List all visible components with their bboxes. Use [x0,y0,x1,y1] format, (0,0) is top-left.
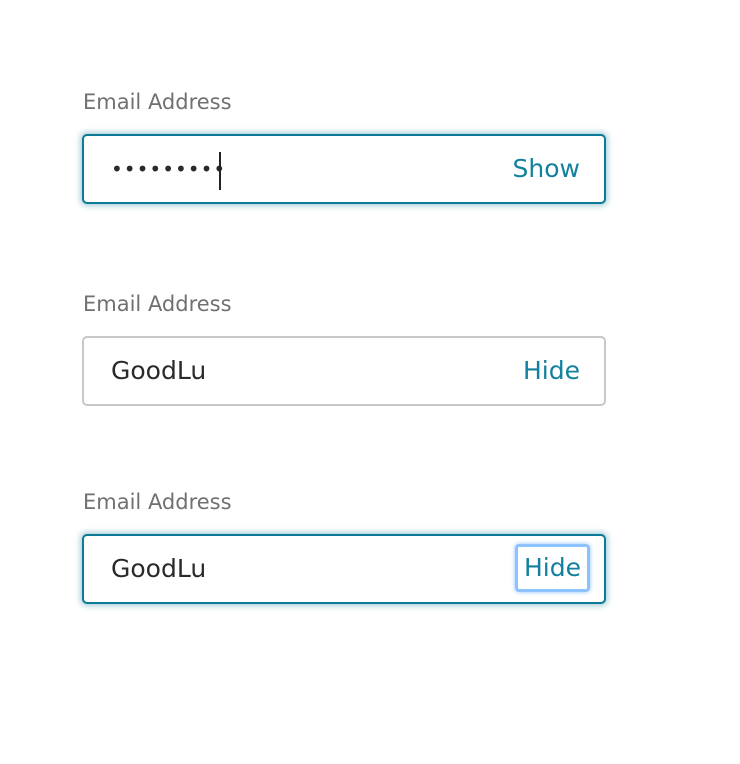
masked-value: ••••••••• [111,157,227,181]
hide-password-button-focused[interactable]: Hide [515,544,590,592]
password-input-visible-focused[interactable]: GoodLu Hide [82,534,606,604]
show-password-button[interactable]: Show [513,136,580,202]
email-label: Email Address [83,90,232,114]
password-input-visible[interactable]: GoodLu Hide [82,336,606,406]
email-label: Email Address [83,292,232,316]
input-value: GoodLu [111,356,207,385]
hide-password-button[interactable]: Hide [523,338,580,404]
input-value: GoodLu [111,554,207,583]
text-caret [219,152,221,190]
email-label: Email Address [83,490,232,514]
password-input-masked[interactable]: ••••••••• Show [82,134,606,204]
